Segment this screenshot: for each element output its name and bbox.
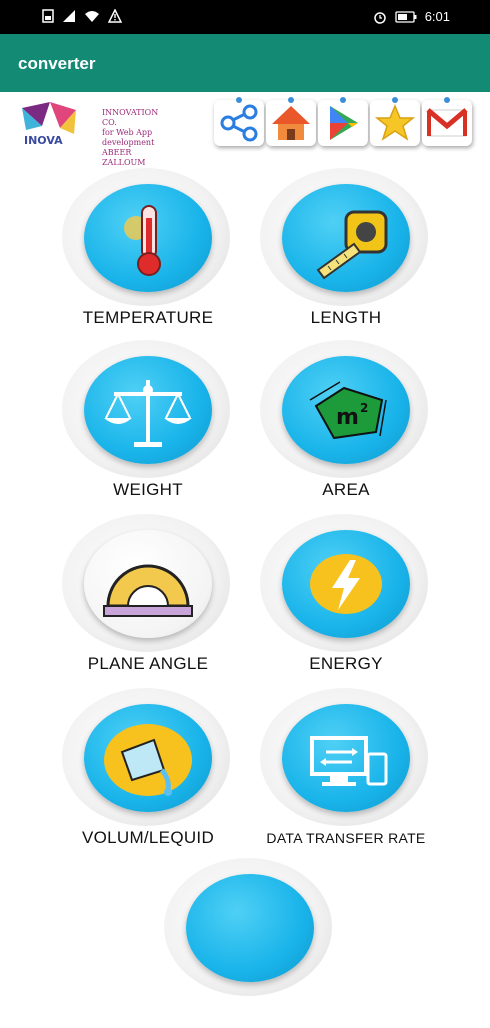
- svg-text:2: 2: [360, 401, 368, 415]
- status-bar: 6:01: [0, 0, 490, 34]
- tile-label: LENGTH: [310, 308, 382, 327]
- liquid-pour-icon: [104, 724, 192, 796]
- tile-label: DATA TRANSFER RATE: [266, 830, 426, 846]
- share-icon: [220, 104, 258, 142]
- wifi-icon: [85, 11, 99, 22]
- battery-icon: [395, 10, 417, 23]
- company-logo: INOVA INNOVATION CO. for Web App develop…: [20, 100, 172, 167]
- tape-measure-icon: [316, 210, 388, 280]
- protractor-icon: [103, 564, 193, 617]
- star-icon: [374, 104, 416, 141]
- app-bar: converter: [0, 34, 490, 92]
- tile-area[interactable]: m 2 AREA: [246, 340, 436, 510]
- tile-temperature[interactable]: TEMPERATURE: [48, 168, 238, 338]
- lightning-icon: [310, 554, 382, 614]
- tile-energy[interactable]: ENERGY: [246, 514, 436, 684]
- tile-volume-liquid[interactable]: VOLUM/LEQUID: [48, 688, 238, 858]
- alert-icon: [108, 9, 122, 23]
- banner: INOVA INNOVATION CO. for Web App develop…: [0, 92, 490, 167]
- notification-icon: [42, 9, 54, 23]
- company-name: INNOVATION CO. for Web App development A…: [102, 108, 159, 167]
- area-m2-icon: m 2: [309, 381, 387, 440]
- inova-logo-icon: INOVA: [22, 102, 76, 147]
- balance-scale-icon: [104, 380, 192, 447]
- home-icon: [272, 106, 310, 140]
- play-store-button[interactable]: [318, 97, 368, 146]
- thermometer-icon: [124, 205, 161, 276]
- svg-text:m: m: [336, 405, 359, 430]
- clock-text: 6:01: [424, 9, 450, 24]
- tile-label: TEMPERATURE: [82, 308, 214, 327]
- app-title: converter: [18, 54, 96, 73]
- tile-label: PLANE ANGLE: [87, 654, 209, 673]
- tile-data-transfer-rate[interactable]: DATA TRANSFER RATE: [246, 688, 436, 858]
- signal-icon: [63, 10, 75, 22]
- email-button[interactable]: [422, 97, 472, 146]
- tile-plane-angle[interactable]: PLANE ANGLE: [48, 514, 238, 684]
- play-store-icon: [330, 106, 358, 140]
- tile-label: ENERGY: [309, 654, 383, 673]
- share-button[interactable]: [214, 97, 264, 146]
- tile-weight[interactable]: WEIGHT: [48, 340, 238, 510]
- data-transfer-icon: [310, 736, 388, 786]
- tile-label: AREA: [322, 480, 370, 499]
- alarm-icon: [373, 11, 386, 24]
- tile-label: WEIGHT: [113, 480, 183, 499]
- gmail-icon: [426, 108, 468, 137]
- rate-button[interactable]: [370, 97, 420, 146]
- tile-length[interactable]: LENGTH: [246, 168, 436, 338]
- home-button[interactable]: [266, 97, 316, 146]
- tile-label: VOLUM/LEQUID: [81, 828, 215, 847]
- svg-text:INOVA: INOVA: [24, 134, 63, 147]
- tile-more[interactable]: [150, 858, 340, 1028]
